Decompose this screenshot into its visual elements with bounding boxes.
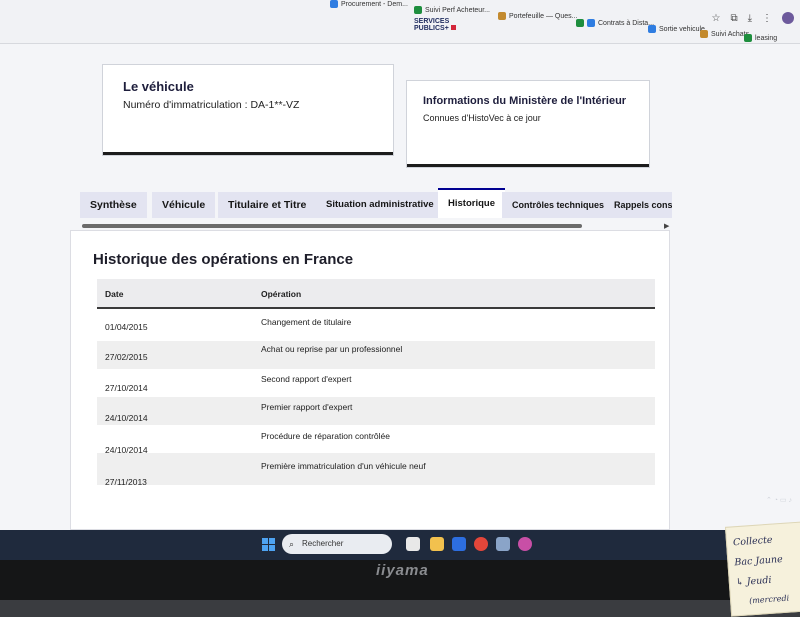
monitor-brand: iiyama	[376, 562, 429, 579]
chrome-icon[interactable]	[474, 537, 488, 551]
row-operation: Achat ou reprise par un professionnel	[261, 344, 403, 354]
bookmark-sortie-vehicule[interactable]: Sortie vehicule	[648, 25, 705, 33]
taskbar: ⌕ Rechercher	[0, 530, 800, 560]
task-view-icon[interactable]	[406, 537, 420, 551]
search-icon: ⌕	[289, 539, 295, 549]
ministry-card-title: Informations du Ministère de l'Intérieur	[423, 95, 627, 107]
bookmark-icon	[330, 0, 338, 8]
service-public-logo: SERVICES PUBLICS+	[414, 18, 456, 32]
chrome-profile-icon[interactable]	[518, 537, 532, 551]
app-icon[interactable]	[496, 537, 510, 551]
sticky-note: Collecte Bac Jaune ↳ Jeudi (mercredi	[724, 521, 800, 617]
file-explorer-icon[interactable]	[430, 537, 444, 551]
tab-scrollbar[interactable]	[82, 224, 582, 228]
tab-historique[interactable]: Historique	[438, 188, 505, 218]
bookmark-suivi-perf[interactable]: Suivi Perf Acheteur...	[414, 6, 490, 14]
folder-icon	[700, 30, 708, 38]
sheets-icon	[414, 6, 422, 14]
tab-vehicule[interactable]: Véhicule	[152, 192, 216, 218]
bookmarks-bar: Procurement - Dem... Suivi Perf Acheteur…	[0, 0, 800, 44]
bookmark-leasing[interactable]: leasing	[744, 34, 777, 42]
folder-icon	[498, 12, 506, 20]
history-title: Historique des opérations en France	[93, 251, 354, 268]
card-divider	[103, 152, 393, 155]
system-tray-icons: ⌃ ◔ ▭ ♪	[765, 497, 792, 504]
tab-bar: Synthèse Véhicule Titulaire et Titre Sit…	[80, 188, 672, 224]
registration-number: Numéro d'immatriculation : DA-1**-VZ	[123, 99, 300, 111]
tab-controles[interactable]: Contrôles techniques	[502, 192, 615, 218]
menu-dots-icon[interactable]: ⋮	[762, 13, 772, 24]
table-row: 27/02/2015 Achat ou reprise par un profe…	[97, 341, 655, 369]
calendar-icon[interactable]	[452, 537, 466, 551]
vehicle-card: Le véhicule Numéro d'immatriculation : D…	[102, 64, 394, 156]
bookmark-procurement[interactable]: Procurement - Dem...	[330, 0, 408, 8]
tab-situation[interactable]: Situation administrative	[316, 192, 444, 218]
row-date: 27/11/2013	[105, 477, 147, 487]
bookmark-contrats[interactable]: Contrats à Dista...	[576, 19, 654, 27]
table-row: 24/10/2014 Procédure de réparation contr…	[97, 425, 655, 455]
column-date: Date	[105, 289, 124, 299]
row-date: 27/02/2015	[105, 352, 148, 362]
tab-rappels[interactable]: Rappels constru	[604, 192, 672, 218]
bookmark-suivi-achats[interactable]: Suivi Achats	[700, 30, 749, 38]
ministry-card-text: Connues d'HistoVec à ce jour	[423, 113, 541, 123]
row-operation: Première immatriculation d'un véhicule n…	[261, 461, 426, 471]
table-header: Date Opération	[97, 279, 655, 309]
table-row: 01/04/2015 Changement de titulaire	[97, 313, 655, 341]
sheets-icon	[576, 19, 584, 27]
history-panel: Historique des opérations en France Date…	[70, 230, 670, 530]
ministry-card: Informations du Ministère de l'Intérieur…	[406, 80, 650, 168]
vehicle-card-title: Le véhicule	[123, 79, 194, 94]
row-operation: Premier rapport d'expert	[261, 402, 353, 412]
histovec-page: Le véhicule Numéro d'immatriculation : D…	[0, 44, 800, 530]
download-icon[interactable]: ⤓	[748, 13, 752, 24]
extensions-icon[interactable]: ⧉	[730, 13, 737, 24]
windows-start-icon[interactable]	[262, 538, 275, 551]
row-date: 01/04/2015	[105, 322, 148, 332]
table-row: 24/10/2014 Premier rapport d'expert	[97, 397, 655, 425]
row-operation: Second rapport d'expert	[261, 374, 352, 384]
row-operation: Procédure de réparation contrôlée	[261, 431, 390, 441]
doc-icon	[587, 19, 595, 27]
star-icon[interactable]: ☆	[711, 13, 720, 24]
taskbar-search[interactable]: ⌕ Rechercher	[282, 534, 392, 554]
tab-titulaire[interactable]: Titulaire et Titre	[218, 192, 317, 218]
sheets-icon	[744, 34, 752, 42]
browser-toolbar-icons: ☆ ⧉ ⤓ ⋮	[711, 12, 794, 24]
bookmark-icon	[648, 25, 656, 33]
row-date: 24/10/2014	[105, 413, 148, 423]
tab-synthese[interactable]: Synthèse	[80, 192, 147, 218]
row-date: 27/10/2014	[105, 383, 148, 393]
flag-icon	[450, 25, 456, 30]
profile-avatar[interactable]	[782, 12, 794, 24]
card-divider	[407, 164, 649, 167]
scroll-right-icon[interactable]: ▶	[664, 222, 669, 230]
column-operation: Opération	[261, 289, 302, 299]
table-row: 27/10/2014 Second rapport d'expert	[97, 369, 655, 397]
row-operation: Changement de titulaire	[261, 317, 352, 327]
bookmark-portefeuille[interactable]: Portefeuille — Ques...	[498, 12, 577, 20]
table-row: 27/11/2013 Première immatriculation d'un…	[97, 453, 655, 487]
